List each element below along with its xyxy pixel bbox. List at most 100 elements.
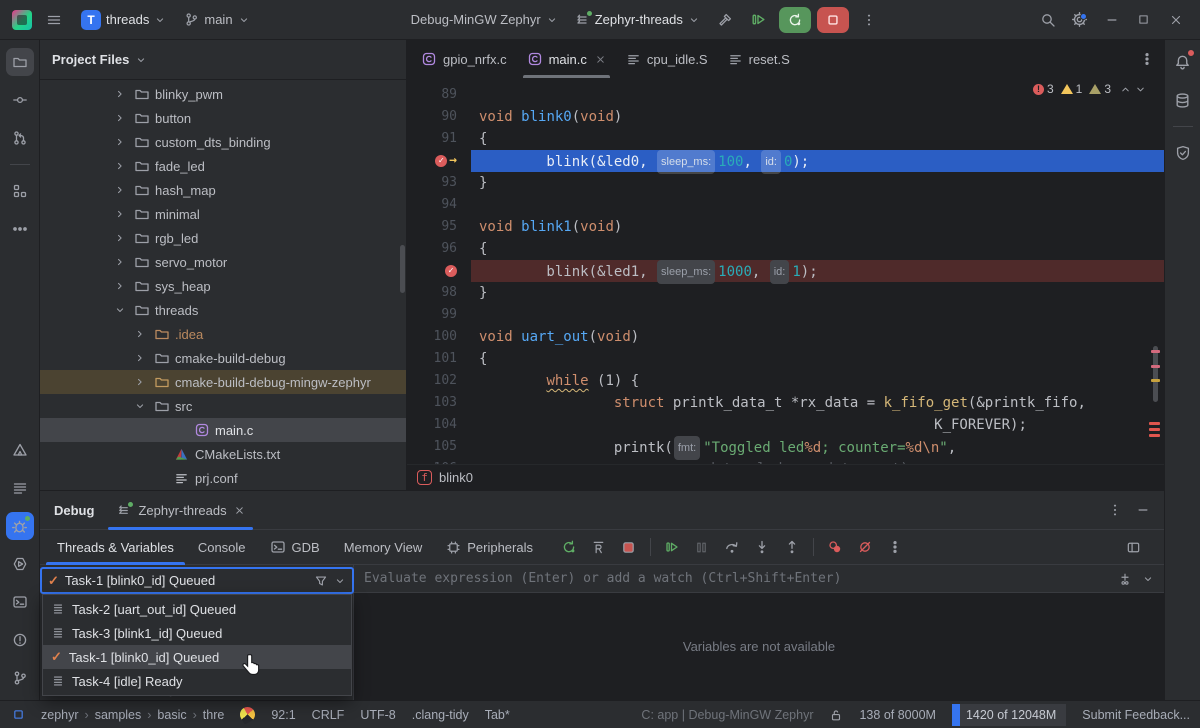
chevron-right-icon[interactable] [112,208,128,220]
tool-cmake-button[interactable] [6,436,34,464]
gutter-line-106[interactable]: 106 [407,458,471,464]
caret-position[interactable]: 92:1 [271,708,295,722]
code-line-text[interactable]: blink(&led1, sleep_ms:1000, id:1); [471,260,1164,282]
breakpoint-icon[interactable]: ✓ [435,155,447,167]
gutter-line-104[interactable]: 104 [407,414,471,436]
project-widget[interactable]: T threads [76,6,171,34]
tree-item-fade-led[interactable]: fade_led [40,154,406,178]
gutter-line-105[interactable]: 105 [407,436,471,458]
more-button[interactable] [882,534,908,560]
chevron-right-icon[interactable] [112,136,128,148]
gutter-line-89[interactable]: 89 [407,84,471,106]
tree-item-custom-dts-binding[interactable]: custom_dts_binding [40,130,406,154]
rerun-debug-button[interactable] [779,7,811,33]
thread-option-1[interactable]: Task-2 [uart_out_id] Queued [43,597,351,621]
code-line-text[interactable] [471,304,1164,326]
code-line-text[interactable]: void blink1(void) [471,216,1164,238]
debug-tab-peripherals[interactable]: Peripherals [435,530,544,564]
tree-item-threads[interactable]: threads [40,298,406,322]
gutter-line-98[interactable]: 98 [407,282,471,304]
chevron-right-icon[interactable] [132,376,148,388]
rerun-stop-button[interactable] [586,534,612,560]
thread-option-3[interactable]: ✓Task-1 [blink0_id] Queued [43,645,351,669]
next-issue-icon[interactable] [1135,84,1146,95]
code-line-text[interactable]: blink(&led0, sleep_ms:100, id:0); [471,150,1164,172]
status-breadcrumb-thre[interactable]: thre [203,708,225,722]
more-actions-button[interactable] [855,6,883,34]
tool-todo-list-button[interactable] [6,474,34,502]
tree-item-cmake-build-debug-mingw-zephyr[interactable]: cmake-build-debug-mingw-zephyr [40,370,406,394]
debug-session-tab[interactable]: Zephyr-threads [112,491,248,529]
memory-indicator[interactable]: 1420 of 12048M [952,704,1066,726]
status-breadcrumb-basic[interactable]: basic [157,708,186,722]
debug-tab-console[interactable]: Console [187,530,257,564]
minimize-button[interactable] [1098,6,1126,34]
chevron-right-icon[interactable] [112,280,128,292]
tree-item-minimal[interactable]: minimal [40,202,406,226]
chevron-right-icon[interactable] [132,352,148,364]
search-everywhere-button[interactable] [1034,6,1062,34]
tool-notifications-button[interactable] [1169,48,1197,76]
code-line-text[interactable]: void uart_out(void) [471,326,1164,348]
tree-item-src[interactable]: src [40,394,406,418]
gutter-line-94[interactable]: 94 [407,194,471,216]
tool-version-control-button[interactable] [6,664,34,692]
tool-pull-requests-button[interactable] [6,124,34,152]
code-line-text[interactable] [471,194,1164,216]
code-line-text[interactable]: } [471,172,1164,194]
chevron-right-icon[interactable] [112,256,128,268]
resume-button[interactable] [659,534,685,560]
breadcrumb-function[interactable]: blink0 [439,470,473,485]
close-button[interactable] [1162,6,1190,34]
clang-tidy[interactable]: .clang-tidy [412,708,469,722]
resume-program-button[interactable] [745,6,773,34]
step-out-button[interactable] [779,534,805,560]
editor-tabs-options-icon[interactable] [1140,52,1154,66]
layout-settings-button[interactable] [1120,534,1146,560]
chevron-right-icon[interactable] [112,160,128,172]
indent-style[interactable]: Tab* [485,708,510,722]
status-breadcrumb-zephyr[interactable]: zephyr [41,708,79,722]
stop-button[interactable] [817,7,849,33]
tool-terminal-button[interactable] [6,588,34,616]
code-line-text[interactable]: { [471,348,1164,370]
editor-tab-reset-s[interactable]: reset.S [718,40,800,78]
gutter-line-99[interactable]: 99 [407,304,471,326]
editor-tab-gpio-nrfx-c[interactable]: gpio_nrfx.c [411,40,517,78]
status-breadcrumb-samples[interactable]: samples [95,708,142,722]
settings-button[interactable] [1066,6,1094,34]
tree-item-button[interactable]: button [40,106,406,130]
evaluate-expression-bar[interactable]: Evaluate expression (Enter) or add a wat… [354,565,1164,593]
tree-item-main-c[interactable]: main.c [40,418,406,442]
thread-option-4[interactable]: Task-4 [idle] Ready [43,669,351,693]
inspections-widget[interactable]: ! 3 1 3 [1033,82,1146,96]
main-menu-button[interactable] [40,6,68,34]
gutter-line-100[interactable]: 100 [407,326,471,348]
tree-item-rgb-led[interactable]: rgb_led [40,226,406,250]
gutter-line-90[interactable]: 90 [407,106,471,128]
vcs-branch-widget[interactable]: main [179,6,254,34]
code-line-text[interactable]: while (1) { [471,370,1164,392]
submit-feedback[interactable]: Submit Feedback... [1082,708,1190,722]
debug-options-kebab-icon[interactable] [1108,503,1122,517]
gutter-line-93[interactable]: 93 [407,172,471,194]
tool-problems-button[interactable] [6,626,34,654]
heap-indicator[interactable]: 138 of 8000M [859,708,935,722]
gutter-line-96[interactable]: 96 [407,238,471,260]
thread-selector-combo[interactable]: ✓ Task-1 [blink0_id] Queued [40,567,354,594]
filter-icon[interactable] [314,574,328,588]
tree-item-hash-map[interactable]: hash_map [40,178,406,202]
gutter-line-92[interactable]: ✓→ [407,150,471,172]
code-line-text[interactable]: K_FOREVER); [471,414,1164,436]
code-line-text[interactable]: printk(fmt:"Toggled led%d; counter=%d\n"… [471,436,1164,458]
code-line-text[interactable]: void blink0(void) [471,106,1164,128]
rerun-button[interactable] [556,534,582,560]
hide-panel-icon[interactable] [1136,503,1150,517]
tool-commit-button[interactable] [6,86,34,114]
project-scrollbar[interactable] [400,245,405,293]
mute-breakpoints-button[interactable] [852,534,878,560]
tool-project-folder-button[interactable] [6,48,34,76]
view-breakpoints-button[interactable] [822,534,848,560]
gutter-line-103[interactable]: 103 [407,392,471,414]
chevron-down-icon[interactable] [112,304,128,316]
